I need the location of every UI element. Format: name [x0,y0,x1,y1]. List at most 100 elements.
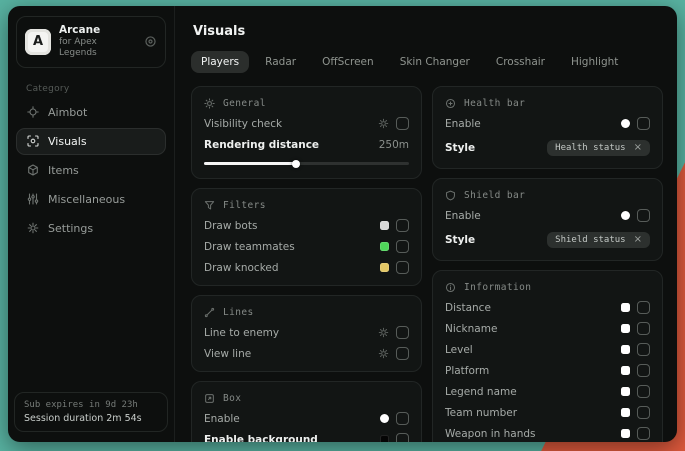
gear-icon[interactable] [378,327,389,338]
section-title: General [223,98,266,109]
shield-icon [445,190,456,201]
row-label: Enable [204,413,240,425]
color-swatch[interactable] [621,345,630,354]
gear-icon[interactable] [378,348,389,359]
color-swatch[interactable] [621,303,630,312]
color-swatch[interactable] [621,387,630,396]
section-title: Filters [223,200,266,211]
draw-knocked-checkbox[interactable] [396,261,409,274]
card-header: General [204,98,409,109]
slider-thumb[interactable] [292,160,300,168]
health-bar-card: Health bar Enable Style H [432,86,663,169]
row-label: Style [445,234,475,246]
legend-name-checkbox[interactable] [637,385,650,398]
weapon-in-hands-checkbox[interactable] [637,427,650,440]
row-label: Enable background [204,434,318,443]
row-label: Draw bots [204,220,257,232]
row-label: Draw knocked [204,262,279,274]
row-label: Style [445,142,475,154]
color-swatch[interactable] [621,211,630,220]
color-swatch[interactable] [621,324,630,333]
slider-fill [204,162,296,165]
diagonal-line-icon [204,307,215,318]
tab-crosshair[interactable]: Crosshair [486,51,555,73]
setting-row-draw-bots: Draw bots [204,219,409,232]
shield-style-select[interactable]: Shield status × [547,232,650,248]
row-label: Enable [445,118,481,130]
level-checkbox[interactable] [637,343,650,356]
color-swatch[interactable] [380,221,389,230]
box-enable-background-checkbox[interactable] [396,433,409,442]
row-label: Weapon in hands [445,428,536,440]
sidebar-item-settings[interactable]: Settings [16,215,166,242]
gear-icon[interactable] [378,118,389,129]
general-card: General Visibility check [191,86,422,179]
row-label: Platform [445,365,489,377]
draw-bots-checkbox[interactable] [396,219,409,232]
rendering-distance-slider[interactable] [204,162,409,165]
color-swatch[interactable] [380,242,389,251]
card-header: Health bar [445,98,650,109]
distance-checkbox[interactable] [637,301,650,314]
line-to-enemy-checkbox[interactable] [396,326,409,339]
sidebar-item-label: Visuals [48,135,87,148]
setting-row-draw-knocked: Draw knocked [204,261,409,274]
sidebar-item-miscellaneous[interactable]: Miscellaneous [16,186,166,213]
tab-players[interactable]: Players [191,51,249,73]
close-icon[interactable]: × [634,143,642,153]
setting-row-weapon-in-hands: Weapon in hands [445,427,650,440]
tab-offscreen[interactable]: OffScreen [312,51,384,73]
section-title: Lines [223,307,254,318]
draw-teammates-checkbox[interactable] [396,240,409,253]
visibility-check-checkbox[interactable] [396,117,409,130]
settings-content: General Visibility check [191,86,663,442]
nickname-checkbox[interactable] [637,322,650,335]
box-card: Box Enable Enable background [191,381,422,442]
box-enable-checkbox[interactable] [396,412,409,425]
view-line-checkbox[interactable] [396,347,409,360]
color-swatch[interactable] [380,263,389,272]
information-card: Information Distance Nickname [432,270,663,442]
color-swatch[interactable] [621,366,630,375]
tab-highlight[interactable]: Highlight [561,51,628,73]
setting-row-health-enable: Enable [445,117,650,130]
target-icon[interactable] [144,35,157,48]
sub-expires-text: Sub expires in 9d 23h [24,400,158,410]
row-label: Rendering distance [204,139,319,151]
tag-label: Health status [555,143,625,153]
platform-checkbox[interactable] [637,364,650,377]
tab-skin-changer[interactable]: Skin Changer [390,51,480,73]
sidebar-item-aimbot[interactable]: Aimbot [16,99,166,126]
sidebar-item-visuals[interactable]: Visuals [16,128,166,155]
sidebar-item-items[interactable]: Items [16,157,166,184]
health-enable-checkbox[interactable] [637,117,650,130]
card-header: Filters [204,200,409,211]
color-swatch[interactable] [621,429,630,438]
shield-enable-checkbox[interactable] [637,209,650,222]
row-label: Nickname [445,323,497,335]
setting-row-health-style: Style Health status × [445,138,650,157]
sidebar-item-label: Miscellaneous [48,193,125,206]
setting-row-nickname: Nickname [445,322,650,335]
desktop-background: A Arcane for Apex Legends Category [0,0,685,451]
sun-icon [204,98,215,109]
color-swatch[interactable] [380,435,389,442]
card-header: Lines [204,307,409,318]
shield-bar-card: Shield bar Enable Style S [432,178,663,261]
row-label: Line to enemy [204,327,279,339]
close-icon[interactable]: × [634,235,642,245]
color-swatch[interactable] [380,414,389,423]
setting-row-box-enable-background: Enable background [204,433,409,442]
section-title: Health bar [464,98,525,109]
gear-icon [27,222,39,234]
page-title: Visuals [193,24,663,39]
info-icon [445,282,456,293]
sliders-icon [27,193,39,205]
team-number-checkbox[interactable] [637,406,650,419]
color-swatch[interactable] [621,408,630,417]
color-swatch[interactable] [621,119,630,128]
health-style-select[interactable]: Health status × [547,140,650,156]
tab-radar[interactable]: Radar [255,51,306,73]
card-header: Information [445,282,650,293]
card-header: Box [204,393,409,404]
